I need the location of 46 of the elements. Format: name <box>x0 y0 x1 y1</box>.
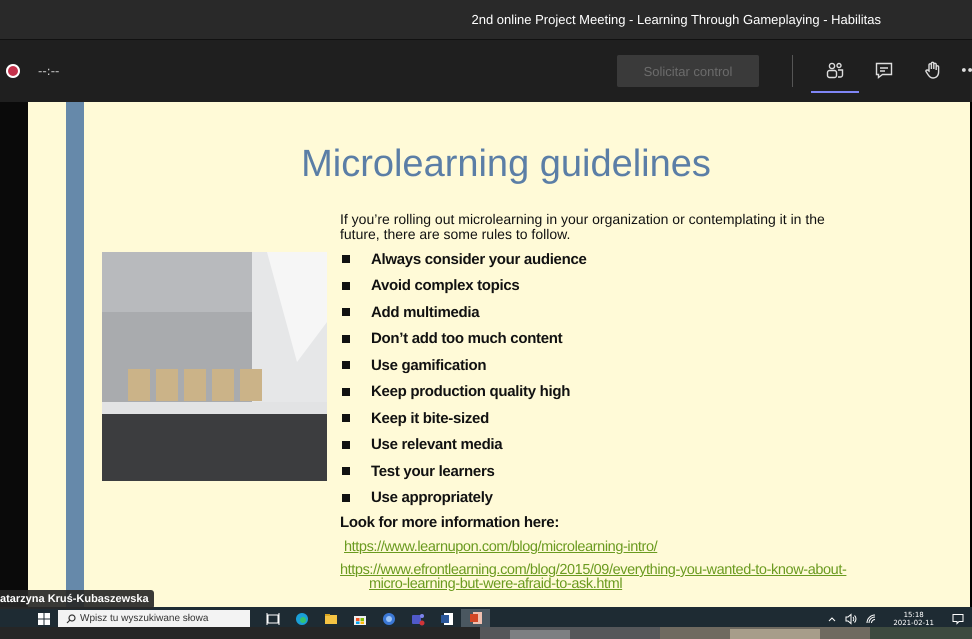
link[interactable]: https://www.learnupon.com/blog/microlearning-intro/ <box>340 540 873 554</box>
notification-icon[interactable] <box>952 612 964 624</box>
powerpoint-icon <box>468 610 482 624</box>
bullet-icon <box>342 414 350 422</box>
bullet-text: Use relevant media <box>371 436 502 454</box>
bullet-icon <box>342 467 350 476</box>
slide-title: Microlearning guidelines <box>300 142 712 186</box>
browser-icon <box>294 612 308 626</box>
search-field[interactable]: Wpisz tu wyszukiwane słowa <box>58 610 250 627</box>
bullet-text: Add multimedia <box>371 304 480 321</box>
windows-icon[interactable] <box>38 612 50 624</box>
bullet-text: Use gamification <box>371 356 486 374</box>
bullet-icon <box>342 255 350 264</box>
bullet-icon <box>342 388 350 396</box>
bullet-text: Use appropriately <box>371 489 493 506</box>
teams-icon <box>410 612 424 626</box>
bullet-icon <box>342 334 350 343</box>
word-icon <box>440 612 454 626</box>
participant-name-tag: atarzyna Kruś-Kubaszewska <box>0 590 154 609</box>
more-info-text: Look for more information here: <box>340 513 560 533</box>
bullet-text: Always consider your audience <box>371 250 587 268</box>
bullet-text: Avoid complex topics <box>371 277 520 294</box>
bullet-icon <box>342 308 350 316</box>
bullet-icon <box>342 494 350 502</box>
folder-icon <box>324 612 338 626</box>
search-icon <box>66 614 76 624</box>
bullet-text: Test your learners <box>371 462 495 480</box>
call-timer: --:-- <box>38 64 60 78</box>
task-view-icon <box>266 612 280 626</box>
window-title: 2nd online Project Meeting - Learning Through Gameplaying - Habilitas <box>472 12 881 27</box>
bullet-text: Don’t add too much content <box>371 330 562 348</box>
bullet-icon <box>342 440 350 449</box>
volume-icon[interactable] <box>845 612 858 624</box>
link[interactable]: https://www.efrontlearning.com/blog/2015/09/everything-you-wanted-to-know-about-micro-learning-but-were-afraid-to-ask.html <box>340 563 869 591</box>
powerpoint-taskbar-button[interactable] <box>461 608 490 628</box>
chat-icon <box>874 60 894 80</box>
app-icon <box>382 612 396 626</box>
intro-paragraph: If you’re rolling out microlearning in your organization or contemplating it in the future, there are some rules to follow. <box>340 212 826 242</box>
record-icon <box>5 63 21 79</box>
bullet-text: Keep production quality high <box>371 383 570 400</box>
more-icon <box>962 68 972 72</box>
bullet-icon <box>342 361 350 370</box>
people-icon <box>825 60 845 80</box>
bullet-text: Keep it bite-sized <box>371 410 489 427</box>
bullet-icon <box>342 282 350 290</box>
wifi-icon[interactable] <box>865 612 878 624</box>
